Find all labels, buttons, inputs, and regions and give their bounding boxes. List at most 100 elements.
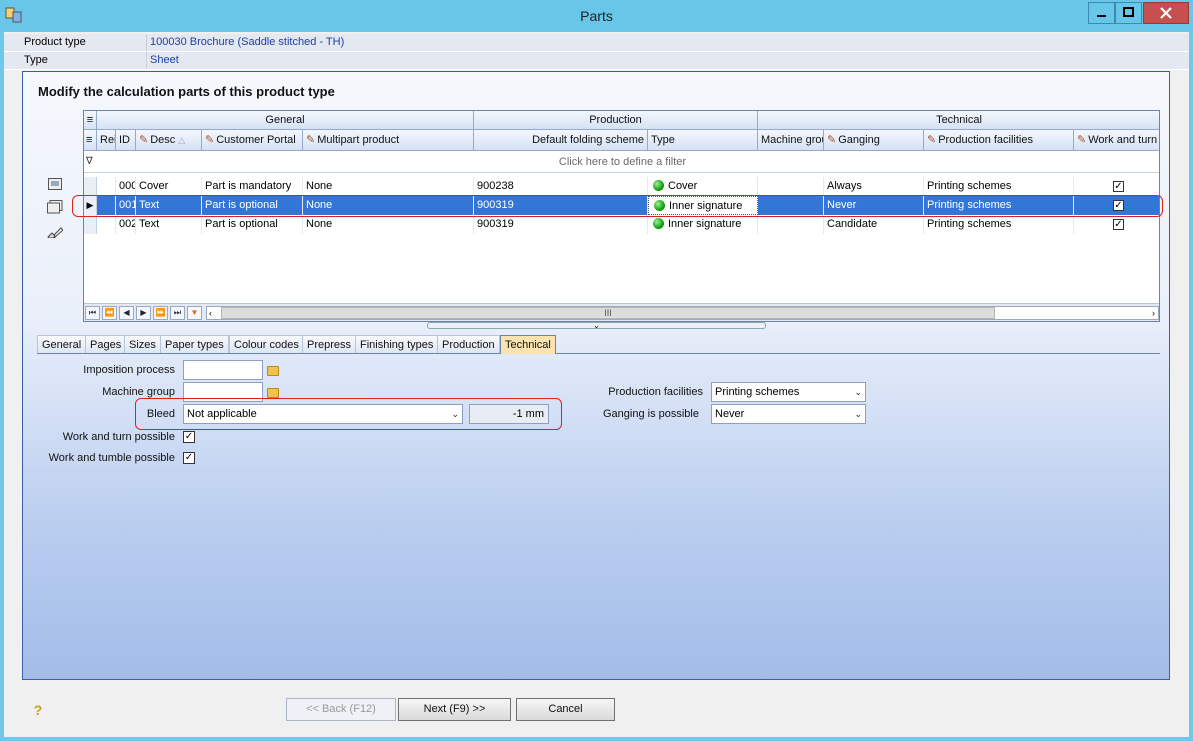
minimize-icon — [1097, 15, 1106, 17]
col-desc[interactable]: ✎ Desc △ — [136, 130, 202, 151]
bleed-select[interactable]: Not applicable ⌄ — [183, 404, 463, 424]
cell-work-turn[interactable]: ✓ — [1074, 215, 1159, 234]
next-button[interactable]: Next (F9) >> — [398, 698, 511, 721]
help-icon[interactable]: ? — [30, 702, 46, 718]
cell-desc: Cover — [136, 177, 202, 196]
tab-sizes[interactable]: Sizes — [124, 335, 161, 353]
prev-page-button[interactable]: ⏪ — [102, 306, 117, 320]
tab-paper-types[interactable]: Paper types — [160, 335, 229, 353]
filter-funnel-icon[interactable]: ▼ — [187, 306, 202, 320]
pencil-icon: ✎ — [927, 134, 937, 146]
grid-column-chooser[interactable]: ≡ — [84, 111, 97, 130]
tab-finishing-types[interactable]: Finishing types — [355, 335, 439, 353]
col-machine-group[interactable]: Machine grou — [758, 130, 824, 151]
bleed-mm-input[interactable]: -1 mm — [469, 404, 549, 424]
cell-id: 000 — [116, 177, 136, 196]
imposition-label: Imposition process — [83, 364, 175, 376]
work-tumble-checkbox[interactable]: ✓ — [183, 452, 195, 464]
add-part-icon[interactable] — [48, 178, 62, 193]
pencil-icon: ✎ — [306, 134, 316, 146]
cancel-button[interactable]: Cancel — [516, 698, 615, 721]
col-customer-portal[interactable]: ✎ Customer Portal — [202, 130, 303, 151]
cell-folding: 900238 — [474, 177, 648, 196]
product-type-label: Product type — [24, 36, 86, 48]
row-selector[interactable] — [84, 215, 97, 234]
tab-prepress[interactable]: Prepress — [302, 335, 357, 353]
col-multipart[interactable]: ✎ Multipart product — [303, 130, 474, 151]
col-customer-portal-label: Customer Portal — [216, 134, 296, 146]
col-ganging-label: Ganging — [838, 134, 880, 146]
ganging-value: Never — [715, 408, 745, 420]
imposition-input[interactable] — [183, 360, 263, 380]
filter-text: Click here to define a filter — [558, 156, 687, 168]
production-facilities-select[interactable]: Printing schemes ⌄ — [711, 382, 866, 402]
pencil-icon: ✎ — [139, 134, 149, 146]
app-icon — [5, 6, 23, 24]
maximize-icon — [1123, 7, 1134, 17]
minimize-button[interactable] — [1088, 2, 1115, 24]
type-value: Sheet — [146, 52, 1186, 69]
window-title: Parts — [580, 8, 613, 24]
table-row[interactable]: 002 Text Part is optional None 900319 In… — [84, 215, 1159, 234]
eraser-icon[interactable] — [47, 226, 64, 241]
tab-pages[interactable]: Pages — [85, 335, 127, 353]
horizontal-scrollbar[interactable]: ‹ III › — [206, 306, 1159, 320]
pencil-icon: ✎ — [205, 134, 215, 146]
col-rei[interactable]: Rei — [97, 130, 116, 151]
splitter-handle[interactable]: ⌄ — [427, 322, 766, 330]
table-row[interactable]: 000 Cover Part is mandatory None 900238 … — [84, 177, 1159, 196]
grid-filter-row[interactable]: ∇ Click here to define a filter — [84, 151, 1159, 173]
tab-production[interactable]: Production — [437, 335, 500, 353]
cell-desc: Text — [136, 215, 202, 234]
col-id[interactable]: ID — [116, 130, 136, 151]
cell-portal: Part is mandatory — [202, 177, 303, 196]
close-button[interactable] — [1143, 2, 1189, 24]
first-record-button[interactable]: ⏮ — [85, 306, 100, 320]
bleed-select-value: Not applicable — [187, 408, 257, 420]
cell-work-turn[interactable]: ✓ — [1074, 177, 1159, 196]
folder-icon[interactable] — [267, 388, 279, 398]
close-icon — [1160, 7, 1172, 19]
row-selector[interactable] — [84, 177, 97, 196]
scroll-right-icon[interactable]: › — [1152, 307, 1155, 319]
row-highlight-annotation — [72, 195, 1163, 217]
chevron-down-icon: ⌄ — [854, 387, 862, 397]
back-button[interactable]: << Back (F12) — [286, 698, 396, 721]
col-work-and-turn-label: Work and turn — [1088, 134, 1158, 146]
next-record-button[interactable]: ▶ — [136, 306, 151, 320]
tab-technical[interactable]: Technical — [500, 335, 556, 354]
cell-machine — [758, 177, 824, 196]
cell-machine — [758, 215, 824, 234]
ganging-select[interactable]: Never ⌄ — [711, 404, 866, 424]
scroll-left-icon[interactable]: ‹ — [209, 307, 212, 319]
cell-ganging: Candidate — [824, 215, 924, 234]
checkbox[interactable]: ✓ — [1113, 181, 1124, 192]
prev-record-button[interactable]: ◀ — [119, 306, 134, 320]
cell-ganging: Always — [824, 177, 924, 196]
col-default-folding[interactable]: Default folding scheme — [474, 130, 648, 151]
production-facilities-value: Printing schemes — [715, 386, 800, 398]
col-type[interactable]: Type — [648, 130, 758, 151]
cell-id: 002 — [116, 215, 136, 234]
checkbox[interactable]: ✓ — [1113, 219, 1124, 230]
last-record-button[interactable]: ⏭ — [170, 306, 185, 320]
panel-title: Modify the calculation parts of this pro… — [38, 84, 335, 99]
cell-portal: Part is optional — [202, 215, 303, 234]
green-status-icon — [653, 218, 664, 229]
folder-icon[interactable] — [267, 366, 279, 376]
col-work-and-turn[interactable]: ✎ Work and turn — [1074, 130, 1159, 151]
tab-general[interactable]: General — [37, 335, 87, 353]
copy-part-icon[interactable] — [47, 200, 63, 217]
ganging-label: Ganging is possible — [602, 408, 699, 420]
cell-type: Inner signature — [648, 215, 758, 234]
scroll-thumb[interactable]: III — [221, 307, 995, 319]
type-label: Type — [24, 54, 48, 66]
cell-multipart: None — [303, 215, 474, 234]
col-ganging[interactable]: ✎ Ganging — [824, 130, 924, 151]
work-turn-checkbox[interactable]: ✓ — [183, 431, 195, 443]
next-page-button[interactable]: ⏩ — [153, 306, 168, 320]
maximize-button[interactable] — [1115, 2, 1142, 24]
pencil-icon: ✎ — [1077, 134, 1087, 146]
col-production-facilities[interactable]: ✎ Production facilities — [924, 130, 1074, 151]
tab-colour-codes[interactable]: Colour codes — [229, 335, 304, 353]
